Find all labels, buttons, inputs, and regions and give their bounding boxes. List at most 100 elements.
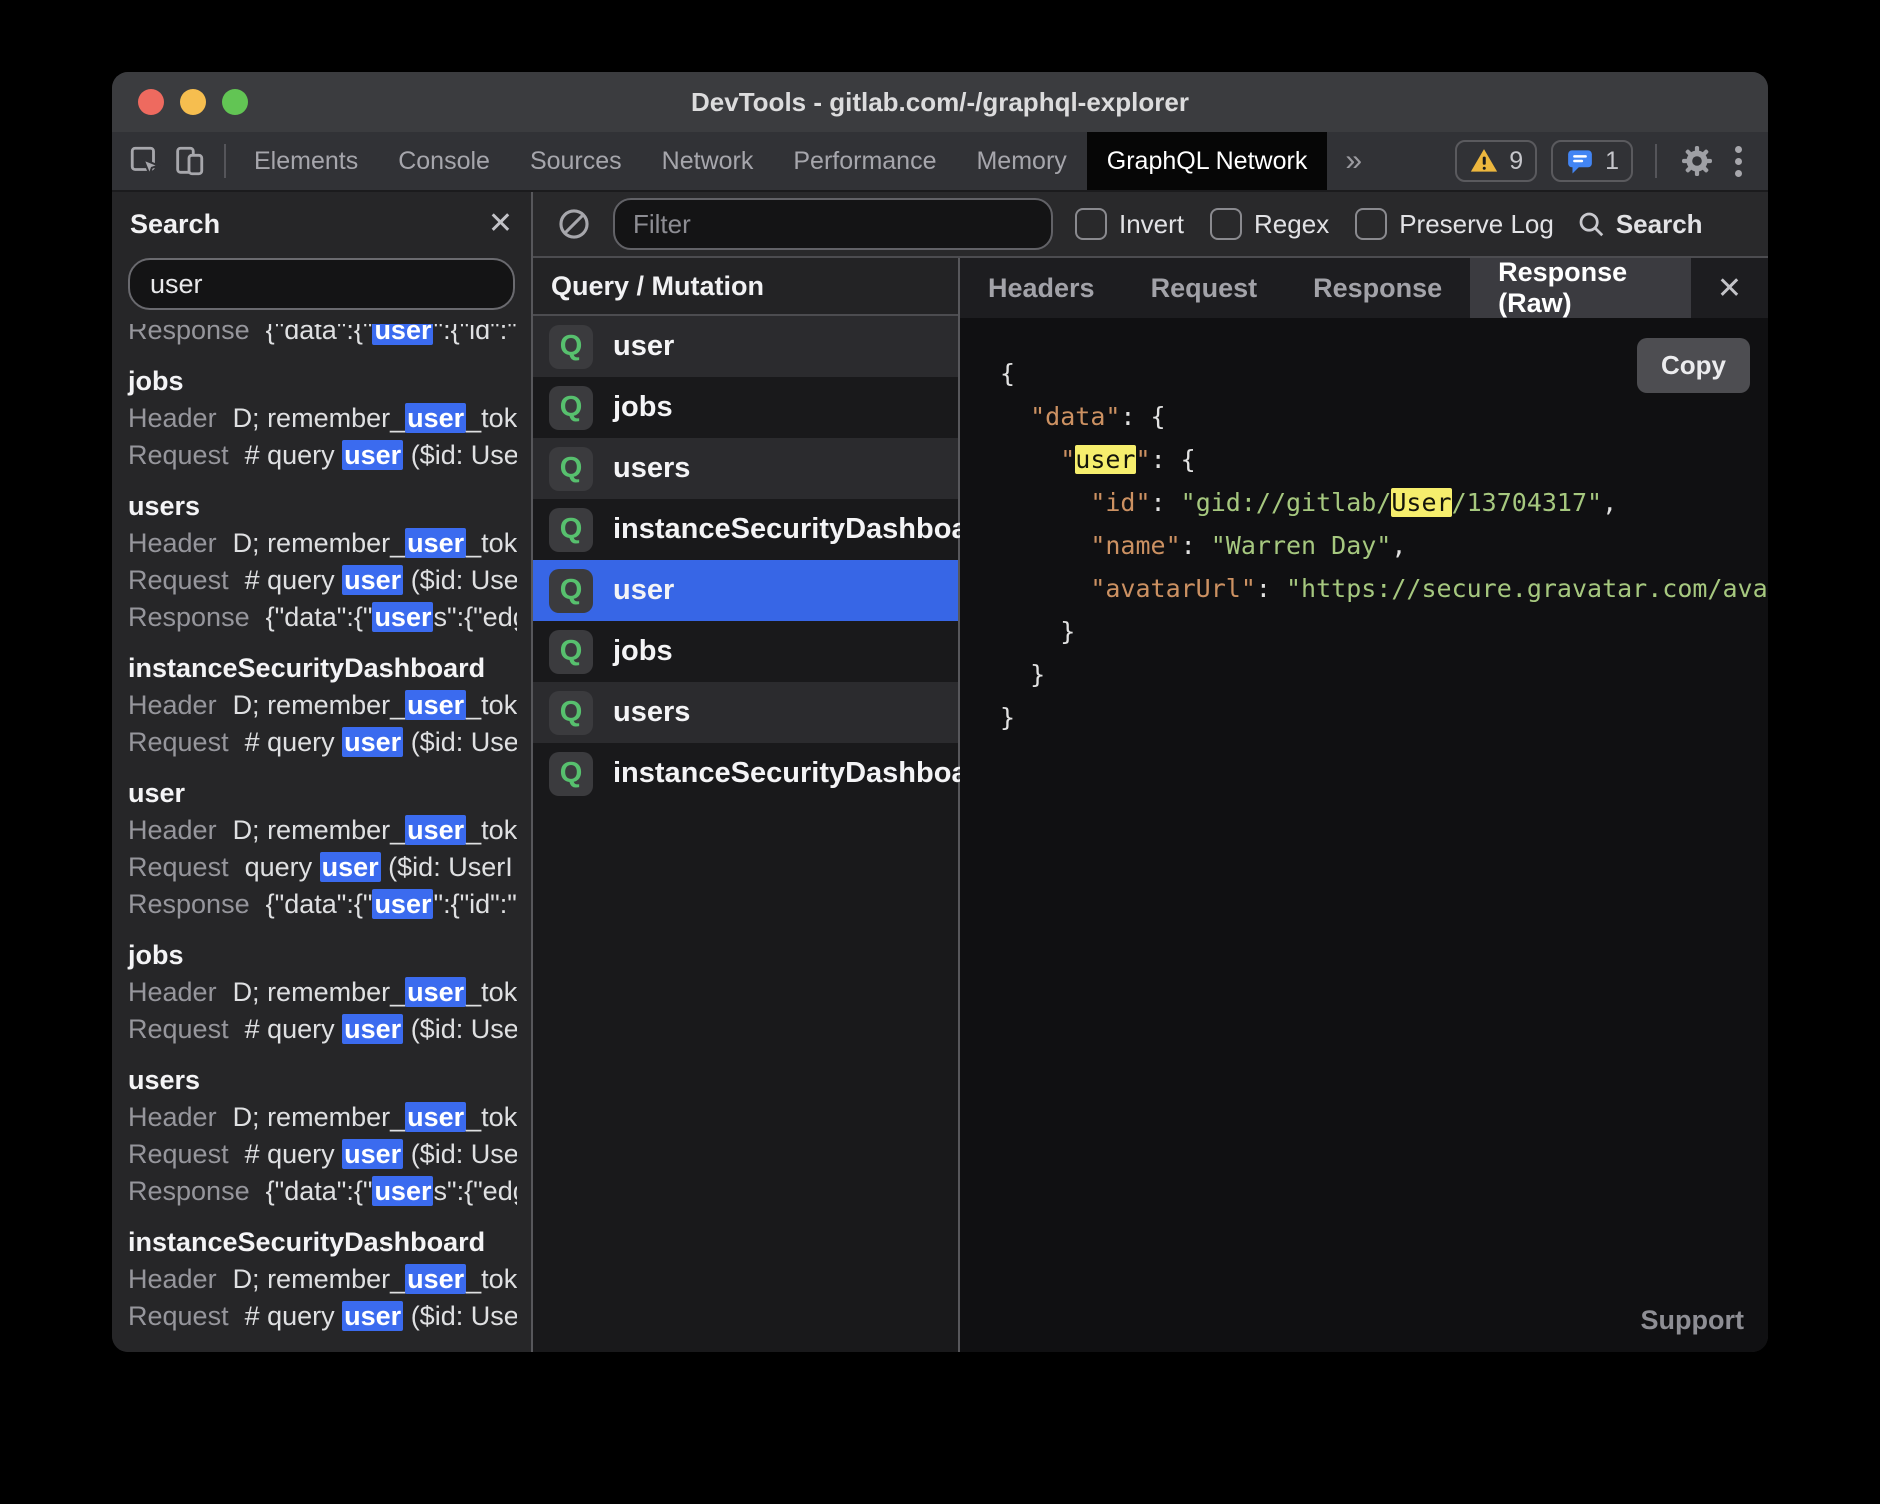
result-line: Response{"data":{"user":{"id":"gid bbox=[128, 886, 517, 923]
query-row-label: user bbox=[613, 574, 674, 607]
result-line-label: Request bbox=[128, 727, 229, 757]
checkbox-regex[interactable]: Regex bbox=[1210, 208, 1329, 240]
result-text: {"data":{" bbox=[266, 324, 373, 345]
json-token: "id" bbox=[1090, 488, 1150, 517]
search-result-entry[interactable]: instanceSecurityDashboardHeaderD; rememb… bbox=[128, 650, 517, 761]
result-text: _token=e bbox=[466, 528, 517, 558]
search-result-entry[interactable]: Response{"data":{"user":{"id":"gid bbox=[128, 324, 517, 349]
tab-sources[interactable]: Sources bbox=[510, 132, 642, 190]
json-token: /13704317" bbox=[1452, 488, 1603, 517]
titlebar: DevTools - gitlab.com/-/graphql-explorer bbox=[112, 72, 1768, 132]
json-token: "Warren Day" bbox=[1211, 531, 1392, 560]
query-row-users[interactable]: Qusers bbox=[533, 682, 958, 743]
close-detail-icon[interactable]: ✕ bbox=[1691, 258, 1768, 318]
tab-elements[interactable]: Elements bbox=[234, 132, 378, 190]
search-result-entry[interactable]: jobsHeaderD; remember_user_token=eReques… bbox=[128, 937, 517, 1048]
result-line-label: Request bbox=[128, 852, 229, 882]
search-input[interactable] bbox=[128, 258, 515, 310]
result-line-label: Response bbox=[128, 889, 250, 919]
inspect-element-icon[interactable] bbox=[128, 144, 162, 178]
search-result-entry[interactable]: usersHeaderD; remember_user_token=eReque… bbox=[128, 1062, 517, 1210]
detail-tab-headers[interactable]: Headers bbox=[960, 258, 1123, 318]
settings-gear-icon[interactable] bbox=[1679, 143, 1715, 179]
query-row-user[interactable]: Quser bbox=[533, 316, 958, 377]
result-text: # query bbox=[245, 440, 343, 470]
query-row-label: instanceSecurityDashboard bbox=[613, 513, 997, 546]
checkbox-invert[interactable]: Invert bbox=[1075, 208, 1184, 240]
query-row-label: user bbox=[613, 330, 674, 363]
tab-network[interactable]: Network bbox=[642, 132, 774, 190]
result-line-label: Response bbox=[128, 1176, 250, 1206]
result-text: _token=e bbox=[466, 403, 517, 433]
warning-count: 9 bbox=[1509, 147, 1523, 176]
json-token: : bbox=[1181, 531, 1211, 560]
window-title: DevTools - gitlab.com/-/graphql-explorer bbox=[112, 87, 1768, 118]
result-line: Request# query user ($id: UserI bbox=[128, 562, 517, 599]
query-row-instancesecuritydashboard[interactable]: QinstanceSecurityDashboard bbox=[533, 743, 958, 804]
result-text: # query bbox=[245, 1301, 343, 1331]
screenshot-stage: DevTools - gitlab.com/-/graphql-explorer bbox=[0, 0, 1880, 1504]
block-icon[interactable] bbox=[557, 207, 591, 241]
tab-memory[interactable]: Memory bbox=[956, 132, 1086, 190]
query-row-label: jobs bbox=[613, 391, 673, 424]
response-raw-view: Copy { "data": { "user": { "id": "gid://… bbox=[960, 318, 1768, 1352]
json-token: "https://secure.gravatar.com/avatar bbox=[1286, 574, 1768, 603]
search-results-list: Response{"data":{"user":{"id":"gidjobsHe… bbox=[112, 324, 531, 1352]
search-match-highlight: user bbox=[1075, 445, 1135, 474]
copy-button[interactable]: Copy bbox=[1637, 338, 1750, 393]
close-search-panel-icon[interactable]: ✕ bbox=[488, 209, 513, 239]
tab-performance[interactable]: Performance bbox=[773, 132, 956, 190]
filter-input[interactable] bbox=[613, 198, 1053, 250]
more-tabs-icon[interactable]: » bbox=[1327, 132, 1380, 190]
result-text: ":{"id":"gid bbox=[433, 889, 517, 919]
detail-tab-response-raw[interactable]: Response (Raw) bbox=[1470, 258, 1691, 318]
query-type-badge: Q bbox=[549, 447, 593, 491]
match-highlight: user bbox=[405, 977, 466, 1007]
search-result-entry[interactable]: usersHeaderD; remember_user_token=eReque… bbox=[128, 488, 517, 636]
search-result-entry[interactable]: userHeaderD; remember_user_token=eReques… bbox=[128, 775, 517, 923]
result-line-label: Header bbox=[128, 815, 217, 845]
preserve-log-checkbox-box[interactable] bbox=[1355, 208, 1387, 240]
query-row-instancesecuritydashboard[interactable]: QinstanceSecurityDashboard bbox=[533, 499, 958, 560]
invert-checkbox-box[interactable] bbox=[1075, 208, 1107, 240]
result-line: HeaderD; remember_user_token=e bbox=[128, 1099, 517, 1136]
result-text: D; remember_ bbox=[233, 1102, 406, 1132]
tab-console[interactable]: Console bbox=[378, 132, 510, 190]
query-type-badge: Q bbox=[549, 508, 593, 552]
search-result-entry[interactable]: jobsHeaderD; remember_user_token=eReques… bbox=[128, 363, 517, 474]
warnings-badge[interactable]: 9 bbox=[1455, 140, 1537, 182]
query-row-jobs[interactable]: Qjobs bbox=[533, 621, 958, 682]
result-text: ($id: UserI bbox=[403, 440, 517, 470]
filter-search[interactable]: Search bbox=[1576, 209, 1703, 240]
result-text: D; remember_ bbox=[233, 528, 406, 558]
search-result-entry[interactable]: instanceSecurityDashboardHeaderD; rememb… bbox=[128, 1224, 517, 1335]
support-link[interactable]: Support bbox=[1641, 1305, 1744, 1336]
issues-badge[interactable]: 1 bbox=[1551, 140, 1633, 182]
result-text: _token=e bbox=[466, 690, 517, 720]
result-text: # query bbox=[245, 1014, 343, 1044]
kebab-menu-icon[interactable] bbox=[1729, 146, 1748, 177]
json-token bbox=[1000, 445, 1060, 474]
match-highlight: user bbox=[342, 727, 403, 757]
device-toolbar-icon[interactable] bbox=[172, 144, 206, 178]
query-row-jobs[interactable]: Qjobs bbox=[533, 377, 958, 438]
result-line-label: Header bbox=[128, 403, 217, 433]
result-text: ($id: UserI bbox=[403, 727, 517, 757]
tab-graphql-network[interactable]: GraphQL Network bbox=[1087, 132, 1328, 190]
query-row-label: users bbox=[613, 452, 690, 485]
query-row-users[interactable]: Qusers bbox=[533, 438, 958, 499]
json-token: : { bbox=[1120, 402, 1165, 431]
match-highlight: user bbox=[405, 690, 466, 720]
invert-checkbox-label: Invert bbox=[1119, 209, 1184, 240]
result-heading: users bbox=[128, 1062, 517, 1099]
query-row-user[interactable]: Quser bbox=[533, 560, 958, 621]
result-text: query bbox=[245, 852, 320, 882]
json-token: } bbox=[1000, 617, 1075, 646]
detail-tab-response[interactable]: Response bbox=[1285, 258, 1470, 318]
result-text: D; remember_ bbox=[233, 1264, 406, 1294]
match-highlight: user bbox=[405, 528, 466, 558]
result-heading: jobs bbox=[128, 363, 517, 400]
checkbox-preserve-log[interactable]: Preserve Log bbox=[1355, 208, 1554, 240]
regex-checkbox-box[interactable] bbox=[1210, 208, 1242, 240]
detail-tab-request[interactable]: Request bbox=[1123, 258, 1286, 318]
